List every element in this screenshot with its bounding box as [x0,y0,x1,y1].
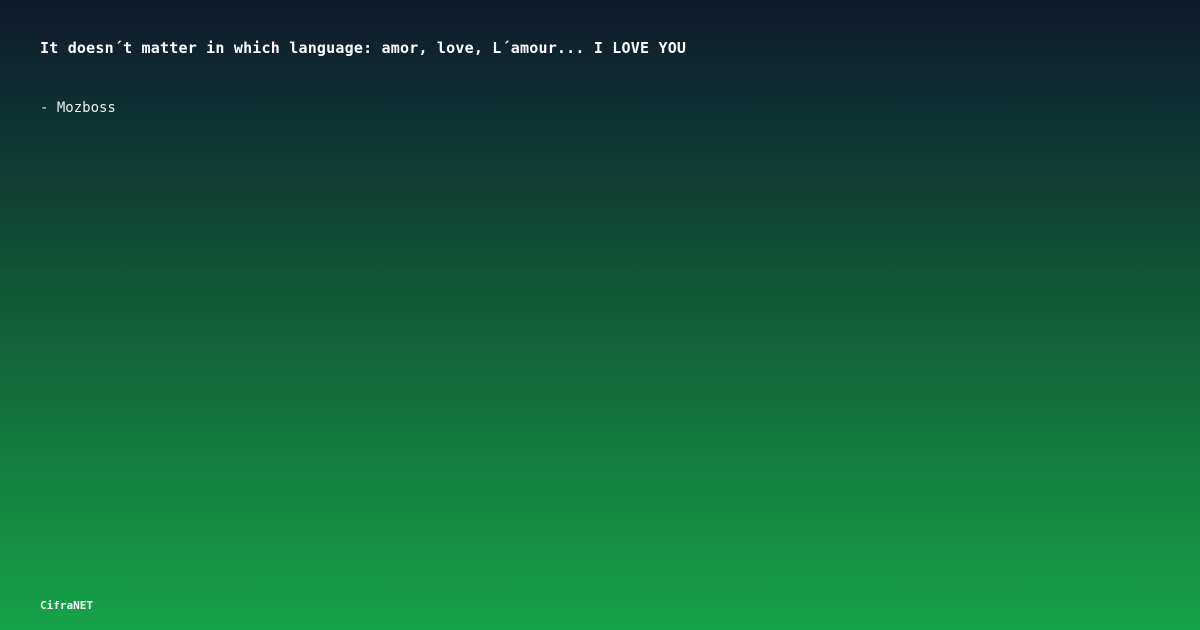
quote-author: - Mozboss [40,100,116,116]
brand-name: CifraNET [40,599,93,612]
quote-text: It doesn´t matter in which language: amo… [40,39,687,57]
quote-card: It doesn´t matter in which language: amo… [0,0,1200,630]
